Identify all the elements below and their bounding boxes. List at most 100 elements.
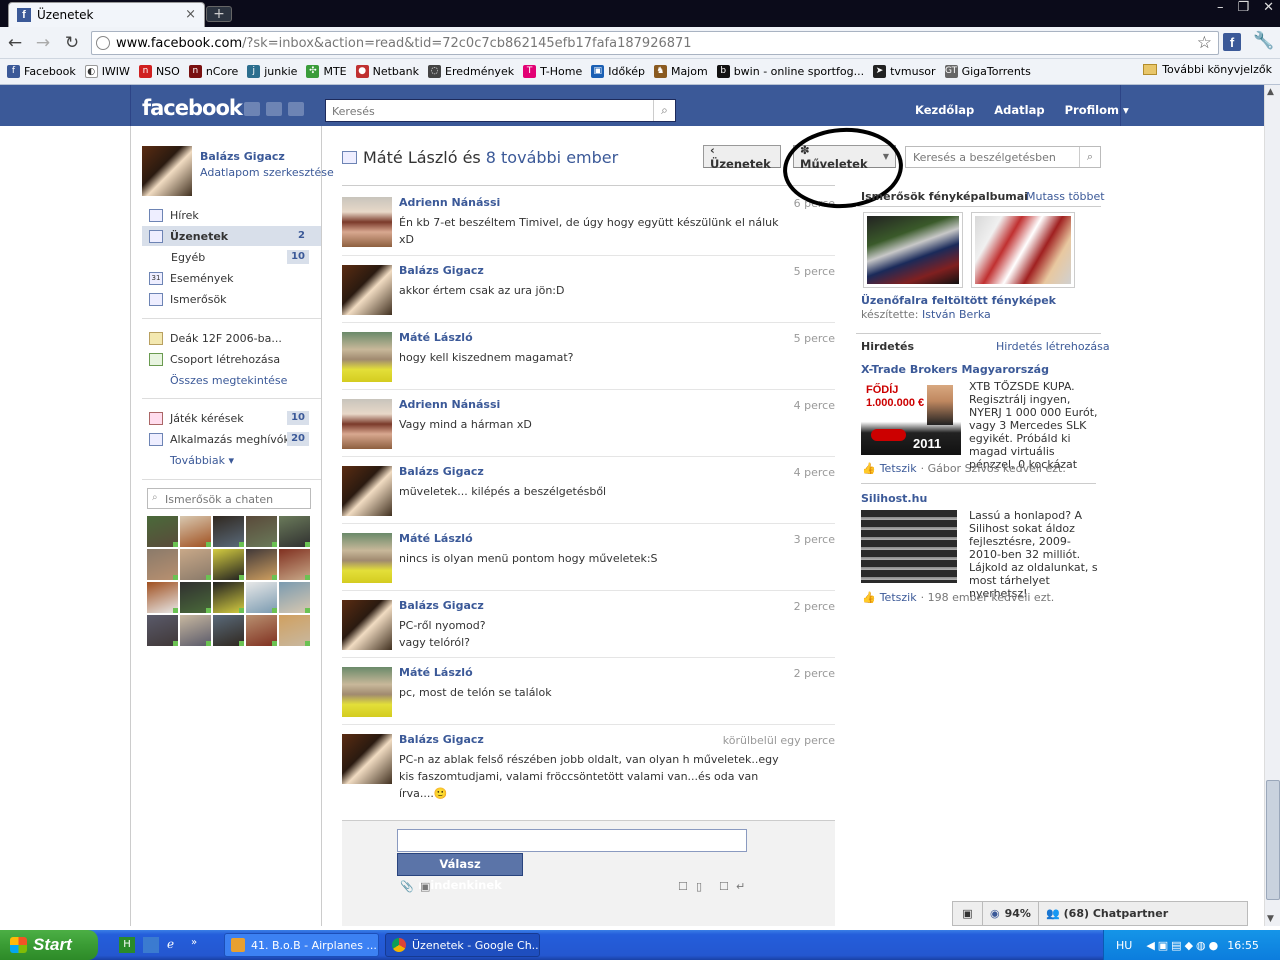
address-bar[interactable]: www.facebook.com/?sk=inbox&action=read&t… [91, 31, 1219, 55]
online-friend-avatar[interactable] [213, 516, 244, 547]
online-friend-avatar[interactable] [246, 549, 277, 580]
chat-search-input[interactable]: ⌕ Ismerősök a chaten [147, 488, 311, 509]
reload-icon[interactable]: ↻ [61, 32, 83, 54]
sender-name[interactable]: Máté László [399, 532, 473, 545]
bookmark-item[interactable]: n nCore [188, 65, 238, 78]
profile-name[interactable]: Balázs Gigacz [200, 150, 285, 163]
search-icon[interactable]: ⌕ [1079, 147, 1100, 167]
nav-account[interactable]: Profilom ▾ [1065, 103, 1129, 117]
sender-avatar[interactable] [342, 265, 392, 315]
expand-icon[interactable]: » [191, 937, 197, 953]
quicklaunch-icon[interactable]: H [119, 937, 135, 953]
albums-more-link[interactable]: Mutass többet [1026, 190, 1105, 203]
online-friend-avatar[interactable] [147, 615, 178, 646]
ad-image[interactable]: FŐDÍJ 1.000.000 € 2011 [861, 381, 961, 455]
facebook-logo[interactable]: facebook [142, 96, 243, 120]
scroll-up-icon[interactable]: ▲ [1267, 87, 1274, 97]
new-tab-button[interactable]: + [206, 6, 232, 22]
sender-avatar[interactable] [342, 734, 392, 784]
messages-icon[interactable] [266, 102, 282, 116]
online-friend-avatar[interactable] [246, 582, 277, 613]
sidebar-item-events[interactable]: 31 Események [142, 268, 321, 288]
enter-icon[interactable]: ↵ [736, 880, 745, 893]
sidebar-item-news[interactable]: Hírek [142, 205, 321, 225]
tab-uzenetek[interactable]: f Üzenetek × [8, 2, 205, 27]
album-name-link[interactable]: Üzenőfalra feltöltött fényképek [861, 294, 1056, 307]
album-photo[interactable] [863, 212, 963, 288]
sender-name[interactable]: Balázs Gigacz [399, 465, 484, 478]
tab-close-icon[interactable]: × [185, 7, 196, 22]
task-winamp[interactable]: 41. B.o.B - Airplanes ... [224, 933, 379, 957]
search-icon[interactable]: ⌕ [653, 100, 675, 121]
notifications-globe-icon[interactable] [288, 102, 304, 116]
start-button[interactable]: Start [0, 930, 98, 960]
bookmark-item[interactable]: n NSO [138, 65, 180, 78]
reply-textarea[interactable] [397, 829, 747, 852]
tray-icons[interactable]: ◀▣▤◆◍● [1146, 939, 1221, 952]
back-to-messages-button[interactable]: ‹ Üzenetek [703, 143, 781, 171]
online-friend-avatar[interactable] [147, 582, 178, 613]
online-friend-avatar[interactable] [246, 516, 277, 547]
scroll-down-icon[interactable]: ▼ [1267, 914, 1274, 924]
online-friend-avatar[interactable] [213, 582, 244, 613]
online-friend-avatar[interactable] [279, 549, 310, 580]
online-friend-avatar[interactable] [213, 549, 244, 580]
bookmark-star-icon[interactable]: ☆ [1197, 33, 1212, 53]
online-friend-avatar[interactable] [246, 615, 277, 646]
like-link[interactable]: Tetszik [880, 462, 917, 475]
online-friend-avatar[interactable] [213, 615, 244, 646]
thread-search-input[interactable]: Keresés a beszélgetésben ⌕ [905, 146, 1101, 168]
online-friend-avatar[interactable] [180, 516, 211, 547]
page-scrollbar[interactable]: ▲ ▼ [1264, 85, 1280, 926]
online-friend-avatar[interactable] [180, 615, 211, 646]
bookmark-item[interactable]: ◌ Eredmények [428, 65, 514, 78]
sidebar-item-messages[interactable]: Üzenetek 2 [142, 226, 321, 246]
bookmark-item[interactable]: ● Netbank [355, 65, 419, 78]
album-author-link[interactable]: István Berka [922, 308, 991, 321]
ie-icon[interactable]: ℯ [167, 937, 183, 953]
friend-requests-icon[interactable] [244, 102, 260, 116]
ad-image[interactable] [861, 510, 957, 583]
see-all-link[interactable]: Összes megtekintése [170, 374, 287, 387]
like-link[interactable]: Tetszik [880, 591, 917, 604]
sender-name[interactable]: Adrienn Nánássi [399, 398, 500, 411]
sender-avatar[interactable] [342, 466, 392, 516]
online-friend-avatar[interactable] [279, 615, 310, 646]
chat-options-icon[interactable]: ▣ [953, 902, 983, 925]
forward-arrow-icon[interactable]: → [32, 32, 54, 54]
sender-name[interactable]: Adrienn Nánássi [399, 196, 500, 209]
sender-name[interactable]: Máté László [399, 666, 473, 679]
sender-name[interactable]: Balázs Gigacz [399, 264, 484, 277]
online-friend-avatar[interactable] [279, 582, 310, 613]
bookmark-item[interactable]: f Facebook [7, 65, 76, 78]
sender-avatar[interactable] [342, 197, 392, 247]
scroll-thumb[interactable] [1266, 780, 1280, 900]
language-indicator[interactable]: HU [1116, 939, 1132, 952]
online-friend-avatar[interactable] [180, 582, 211, 613]
online-friend-avatar[interactable] [147, 549, 178, 580]
ad-title[interactable]: X-Trade Brokers Magyarország [861, 363, 1049, 376]
nav-home[interactable]: Kezdőlap [915, 103, 974, 117]
ad-title[interactable]: Silihost.hu [861, 492, 927, 505]
close-window-icon[interactable]: ✕ [1263, 0, 1274, 20]
sender-name[interactable]: Máté László [399, 331, 473, 344]
camera-icon[interactable]: ▣ [420, 880, 430, 893]
sidebar-item-game-requests[interactable]: Játék kérések 10 [142, 408, 321, 428]
sender-avatar[interactable] [342, 600, 392, 650]
create-ad-link[interactable]: Hirdetés létrehozása [996, 340, 1110, 353]
fb-search-input[interactable]: Keresés ⌕ [325, 99, 676, 122]
checkbox-icon[interactable]: ☐ [719, 880, 729, 893]
bookmark-item[interactable]: ➤ tvmusor [873, 65, 936, 78]
sidebar-item-other[interactable]: Egyéb 10 [142, 247, 321, 267]
bookmark-item[interactable]: T T-Home [523, 65, 582, 78]
reply-all-button[interactable]: Válasz mindenkinek [397, 853, 523, 892]
restore-icon[interactable]: ❐ [1237, 0, 1249, 20]
minimize-icon[interactable]: – [1217, 0, 1224, 20]
task-chrome[interactable]: Üzenetek - Google Ch... [385, 933, 540, 957]
phone-icon[interactable]: ▯ [696, 880, 702, 893]
sender-avatar[interactable] [342, 399, 392, 449]
bookmark-item[interactable]: GT GigaTorrents [944, 65, 1031, 78]
edit-profile-link[interactable]: Adatlapom szerkesztése [200, 166, 334, 179]
more-link[interactable]: Továbbiak ▾ [170, 454, 234, 467]
bookmark-item[interactable]: j junkie [247, 65, 297, 78]
